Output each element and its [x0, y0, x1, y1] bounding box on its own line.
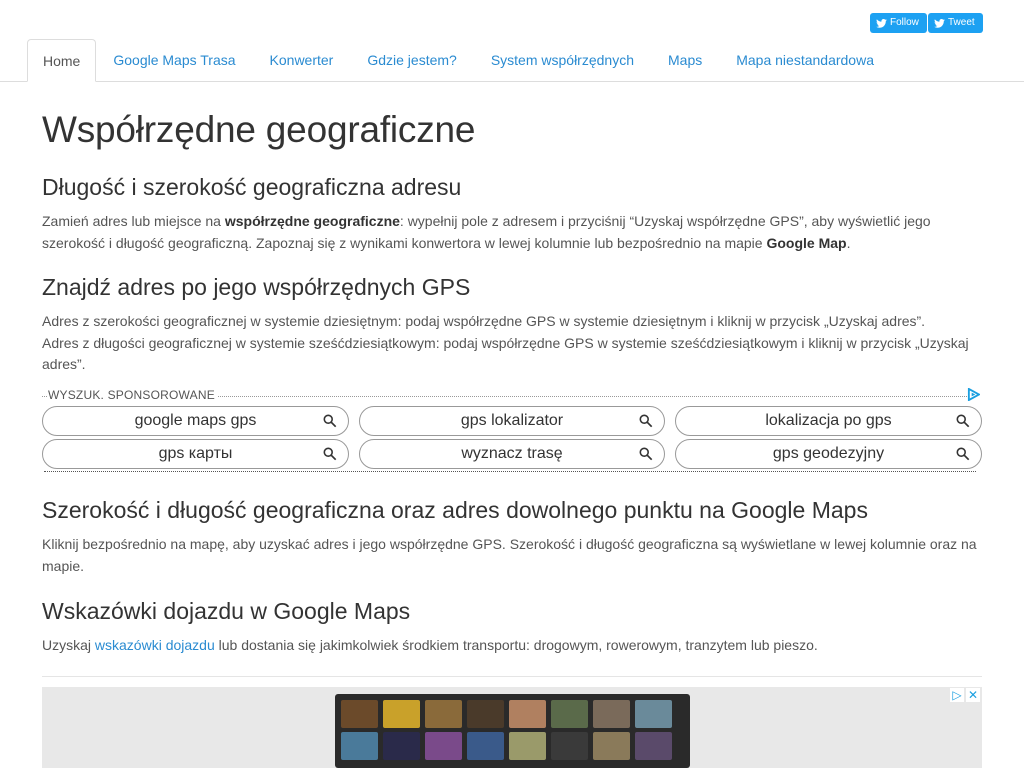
text-part: Zamień adres lub miejsce na: [42, 213, 225, 229]
keyword-button[interactable]: lokalizacja po gps: [675, 406, 982, 436]
divider: [44, 471, 976, 472]
ad-tile: [593, 700, 630, 728]
text-line: Adres z długości geograficznej w systemi…: [42, 334, 969, 373]
social-buttons: Follow Tweet: [870, 13, 983, 33]
ad-tile: [467, 700, 504, 728]
ad-game-image[interactable]: [335, 694, 690, 768]
section-text-find-address: Adres z szerokości geograficznej w syste…: [42, 311, 982, 376]
ad-tile: [341, 732, 378, 760]
adchoices-icon[interactable]: [967, 388, 980, 401]
text-part: .: [846, 234, 851, 251]
tab-gdzie-jestem[interactable]: Gdzie jestem?: [350, 39, 473, 82]
tab-google-maps-trasa[interactable]: Google Maps Trasa: [96, 39, 252, 82]
directions-link[interactable]: wskazówki dojazdu: [95, 637, 215, 653]
ad-tile: [341, 700, 378, 728]
keyword-button[interactable]: google maps gps: [42, 406, 349, 436]
section-text-address-coordinates: Zamień adres lub miejsce na współrzędne …: [42, 211, 982, 254]
section-heading-address-coordinates: Długość i szerokość geograficzna adresu: [42, 174, 462, 200]
keyword-label: lokalizacja po gps: [765, 412, 892, 429]
display-ad[interactable]: ▷ ✕: [42, 687, 982, 768]
search-icon: [323, 414, 337, 428]
keyword-button[interactable]: gps geodezyjny: [675, 439, 982, 469]
twitter-bird-icon: [876, 18, 887, 28]
ad-tile: [635, 700, 672, 728]
ad-tile: [593, 732, 630, 760]
keyword-button[interactable]: gps lokalizator: [359, 406, 665, 436]
section-heading-find-address: Znajdź adres po jego współrzędnych GPS: [42, 274, 471, 300]
ad-controls: ▷ ✕: [950, 688, 980, 702]
bold-term: współrzędne geograficzne: [224, 213, 400, 229]
search-icon: [323, 447, 337, 461]
page-title: Współrzędne geograficzne: [42, 109, 476, 150]
ad-tile: [551, 732, 588, 760]
section-heading-any-point: Szerokość i długość geograficzna oraz ad…: [42, 497, 868, 523]
ad-tile: [425, 700, 462, 728]
section-text-any-point: Kliknij bezpośrednio na mapę, aby uzyska…: [42, 536, 977, 574]
text-line: Adres z szerokości geograficznej w syste…: [42, 313, 926, 329]
search-icon: [639, 414, 653, 428]
nav-tabs: Home Google Maps Trasa Konwerter Gdzie j…: [0, 39, 1024, 82]
keyword-label: gps lokalizator: [460, 412, 564, 429]
section-text-directions: Uzyskaj wskazówki dojazdu lub dostania s…: [42, 635, 982, 657]
twitter-tweet-button[interactable]: Tweet: [928, 13, 983, 33]
tab-mapa-niestandardowa[interactable]: Mapa niestandardowa: [719, 39, 891, 82]
keyword-button[interactable]: wyznacz trasę: [359, 439, 665, 469]
sponsored-search-block: WYSZUK. SPONSOROWANE google maps gps gps…: [42, 387, 982, 472]
tab-system-wspolrzednych[interactable]: System współrzędnych: [474, 39, 651, 82]
bold-term: Google Map: [766, 234, 847, 251]
ad-tile: [383, 700, 420, 728]
keyword-label: gps geodezyjny: [772, 445, 885, 462]
text-part: Uzyskaj: [42, 637, 95, 653]
adchoices-icon[interactable]: ▷: [950, 688, 964, 702]
divider: [42, 676, 982, 677]
close-icon[interactable]: ✕: [966, 688, 980, 702]
text-part: lub dostania się jakimkolwiek środkiem t…: [214, 637, 818, 653]
keyword-label: google maps gps: [134, 412, 257, 429]
twitter-bird-icon: [934, 18, 945, 28]
follow-label: Follow: [890, 17, 919, 28]
tab-home[interactable]: Home: [27, 39, 97, 82]
ad-tile: [509, 700, 546, 728]
ad-tile: [425, 732, 462, 760]
ad-tile: [635, 732, 672, 760]
ad-tile: [467, 732, 504, 760]
ad-tile: [509, 732, 546, 760]
search-icon: [639, 447, 653, 461]
twitter-follow-button[interactable]: Follow: [870, 13, 927, 33]
tweet-label: Tweet: [948, 17, 975, 28]
keyword-label: wyznacz trasę: [461, 445, 563, 462]
tab-konwerter[interactable]: Konwerter: [253, 39, 351, 82]
ad-tile: [551, 700, 588, 728]
section-heading-directions: Wskazówki dojazdu w Google Maps: [42, 598, 411, 624]
keyword-label: gps карты: [158, 445, 233, 462]
ad-tile: [383, 732, 420, 760]
search-icon: [956, 447, 970, 461]
tab-maps[interactable]: Maps: [651, 39, 719, 82]
keyword-button[interactable]: gps карты: [42, 439, 349, 469]
sponsored-label: WYSZUK. SPONSOROWANE: [48, 388, 218, 402]
search-icon: [956, 414, 970, 428]
